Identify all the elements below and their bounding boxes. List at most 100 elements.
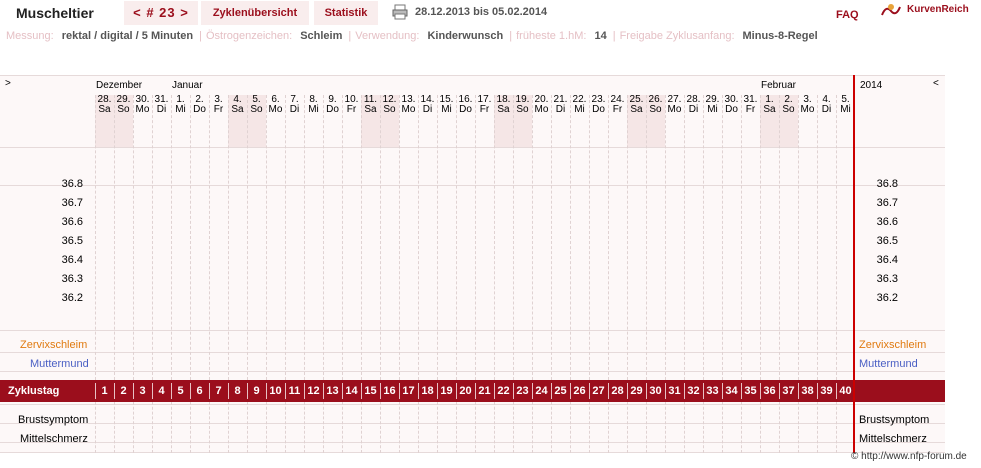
- logo-text[interactable]: KurvenReich: [907, 4, 969, 15]
- day-column-header[interactable]: 1. Sa: [760, 95, 779, 147]
- day-column-header[interactable]: 29. Mi: [703, 95, 722, 147]
- cycle-day-number[interactable]: 34: [722, 380, 741, 402]
- cycle-day-number[interactable]: 26: [570, 380, 589, 402]
- day-column-header[interactable]: 2. So: [779, 95, 798, 147]
- day-column-header[interactable]: 3. Mo: [798, 95, 817, 147]
- cycle-day-number[interactable]: 9: [247, 380, 266, 402]
- day-column-header[interactable]: 4. Sa: [228, 95, 247, 147]
- cycle-day-number[interactable]: 39: [817, 380, 836, 402]
- cycle-day-number[interactable]: 24: [532, 380, 551, 402]
- cycle-day-number[interactable]: 20: [456, 380, 475, 402]
- cycle-day-number[interactable]: 13: [323, 380, 342, 402]
- cycle-day-number[interactable]: 30: [646, 380, 665, 402]
- cycle-day-number[interactable]: 18: [418, 380, 437, 402]
- scroll-right-arrow[interactable]: <: [933, 78, 939, 89]
- day-column-header[interactable]: 20. Mo: [532, 95, 551, 147]
- day-divider: [437, 402, 438, 453]
- day-column-header[interactable]: 10. Fr: [342, 95, 361, 147]
- cycle-day-number[interactable]: 28: [608, 380, 627, 402]
- day-column-header[interactable]: 12. So: [380, 95, 399, 147]
- day-column-header[interactable]: 30. Do: [722, 95, 741, 147]
- day-column-header[interactable]: 22. Mi: [570, 95, 589, 147]
- cycle-day-number[interactable]: 21: [475, 380, 494, 402]
- day-column-header[interactable]: 27. Mo: [665, 95, 684, 147]
- cycle-day-number[interactable]: 6: [190, 380, 209, 402]
- curve-logo-icon[interactable]: [880, 1, 902, 21]
- day-column-header[interactable]: 24. Fr: [608, 95, 627, 147]
- day-column-header[interactable]: 31. Di: [152, 95, 171, 147]
- day-column-header[interactable]: 11. Sa: [361, 95, 380, 147]
- weekday: Di: [555, 104, 566, 115]
- cycle-day-number[interactable]: 38: [798, 380, 817, 402]
- scroll-left-arrow[interactable]: >: [5, 78, 11, 89]
- day-column-header[interactable]: 3. Fr: [209, 95, 228, 147]
- cycle-day-number[interactable]: 11: [285, 380, 304, 402]
- day-column-header[interactable]: 30. Mo: [133, 95, 152, 147]
- cycle-day-number[interactable]: 16: [380, 380, 399, 402]
- day-divider: [133, 402, 134, 453]
- day-column-header[interactable]: 17. Fr: [475, 95, 494, 147]
- day-column-header[interactable]: 2. Do: [190, 95, 209, 147]
- setting-value: Kinderwunsch: [427, 30, 504, 42]
- cycle-day-number[interactable]: 31: [665, 380, 684, 402]
- printer-icon[interactable]: [392, 4, 408, 20]
- setting-value: Minus-8-Regel: [742, 30, 818, 42]
- day-column-header[interactable]: 28. Di: [684, 95, 703, 147]
- cycle-day-number[interactable]: 5: [171, 380, 190, 402]
- cycle-day-number[interactable]: 8: [228, 380, 247, 402]
- cycle-day-number[interactable]: 33: [703, 380, 722, 402]
- day-column-header[interactable]: 26. So: [646, 95, 665, 147]
- setting-label: Östrogenzeichen:: [205, 30, 293, 42]
- footer-credit: © http://www.nfp-forum.de: [851, 451, 967, 462]
- cycle-day-number[interactable]: 17: [399, 380, 418, 402]
- cycle-day-number[interactable]: 25: [551, 380, 570, 402]
- cycle-day-number[interactable]: 2: [114, 380, 133, 402]
- day-column-header[interactable]: 16. Do: [456, 95, 475, 147]
- day-column-header[interactable]: 15. Mi: [437, 95, 456, 147]
- cycle-day-number[interactable]: 19: [437, 380, 456, 402]
- day-column-header[interactable]: 18. Sa: [494, 95, 513, 147]
- day-column-header[interactable]: 25. Sa: [627, 95, 646, 147]
- day-column-header[interactable]: 1. Mi: [171, 95, 190, 147]
- day-column-header[interactable]: 6. Mo: [266, 95, 285, 147]
- day-column-header[interactable]: 31. Fr: [741, 95, 760, 147]
- cycle-day-number[interactable]: 7: [209, 380, 228, 402]
- day-column-header[interactable]: 4. Di: [817, 95, 836, 147]
- day-column-header[interactable]: 29. So: [114, 95, 133, 147]
- day-column-header[interactable]: 7. Di: [285, 95, 304, 147]
- day-column-header[interactable]: 28. Sa: [95, 95, 114, 147]
- day-divider: [513, 402, 514, 453]
- day-column-header[interactable]: 13. Mo: [399, 95, 418, 147]
- cycle-day-number[interactable]: 3: [133, 380, 152, 402]
- cycle-day-number[interactable]: 35: [741, 380, 760, 402]
- cycle-day-number[interactable]: 36: [760, 380, 779, 402]
- cycle-day-number[interactable]: 22: [494, 380, 513, 402]
- day-column-header[interactable]: 21. Di: [551, 95, 570, 147]
- cycle-day-number[interactable]: 27: [589, 380, 608, 402]
- cycle-day-number[interactable]: 1: [95, 380, 114, 402]
- cycle-day-number[interactable]: 15: [361, 380, 380, 402]
- cycle-day-number[interactable]: 4: [152, 380, 171, 402]
- day-divider: [551, 402, 552, 453]
- day-column-header[interactable]: 8. Mi: [304, 95, 323, 147]
- cycle-day-number[interactable]: 12: [304, 380, 323, 402]
- cycle-day-number[interactable]: 32: [684, 380, 703, 402]
- cycle-navigator[interactable]: < # 23 >: [124, 1, 198, 25]
- cycle-day-number[interactable]: 14: [342, 380, 361, 402]
- cycle-day-number[interactable]: 10: [266, 380, 285, 402]
- day-column-header[interactable]: 14. Di: [418, 95, 437, 147]
- day-column-header[interactable]: 23. Do: [589, 95, 608, 147]
- tab-cycle-overview[interactable]: Zyklenübersicht: [201, 1, 309, 25]
- cycle-day-number[interactable]: 37: [779, 380, 798, 402]
- tab-statistics[interactable]: Statistik: [314, 1, 378, 25]
- day-divider: [608, 95, 609, 380]
- day-column-header[interactable]: 5. So: [247, 95, 266, 147]
- cycle-day-number[interactable]: 29: [627, 380, 646, 402]
- day-divider: [361, 402, 362, 453]
- day-column-header[interactable]: 19. So: [513, 95, 532, 147]
- weekday: Mo: [534, 104, 549, 115]
- day-column-header[interactable]: 9. Do: [323, 95, 342, 147]
- weekday: Do: [725, 104, 738, 115]
- cycle-day-number[interactable]: 23: [513, 380, 532, 402]
- faq-link[interactable]: FAQ: [836, 9, 859, 21]
